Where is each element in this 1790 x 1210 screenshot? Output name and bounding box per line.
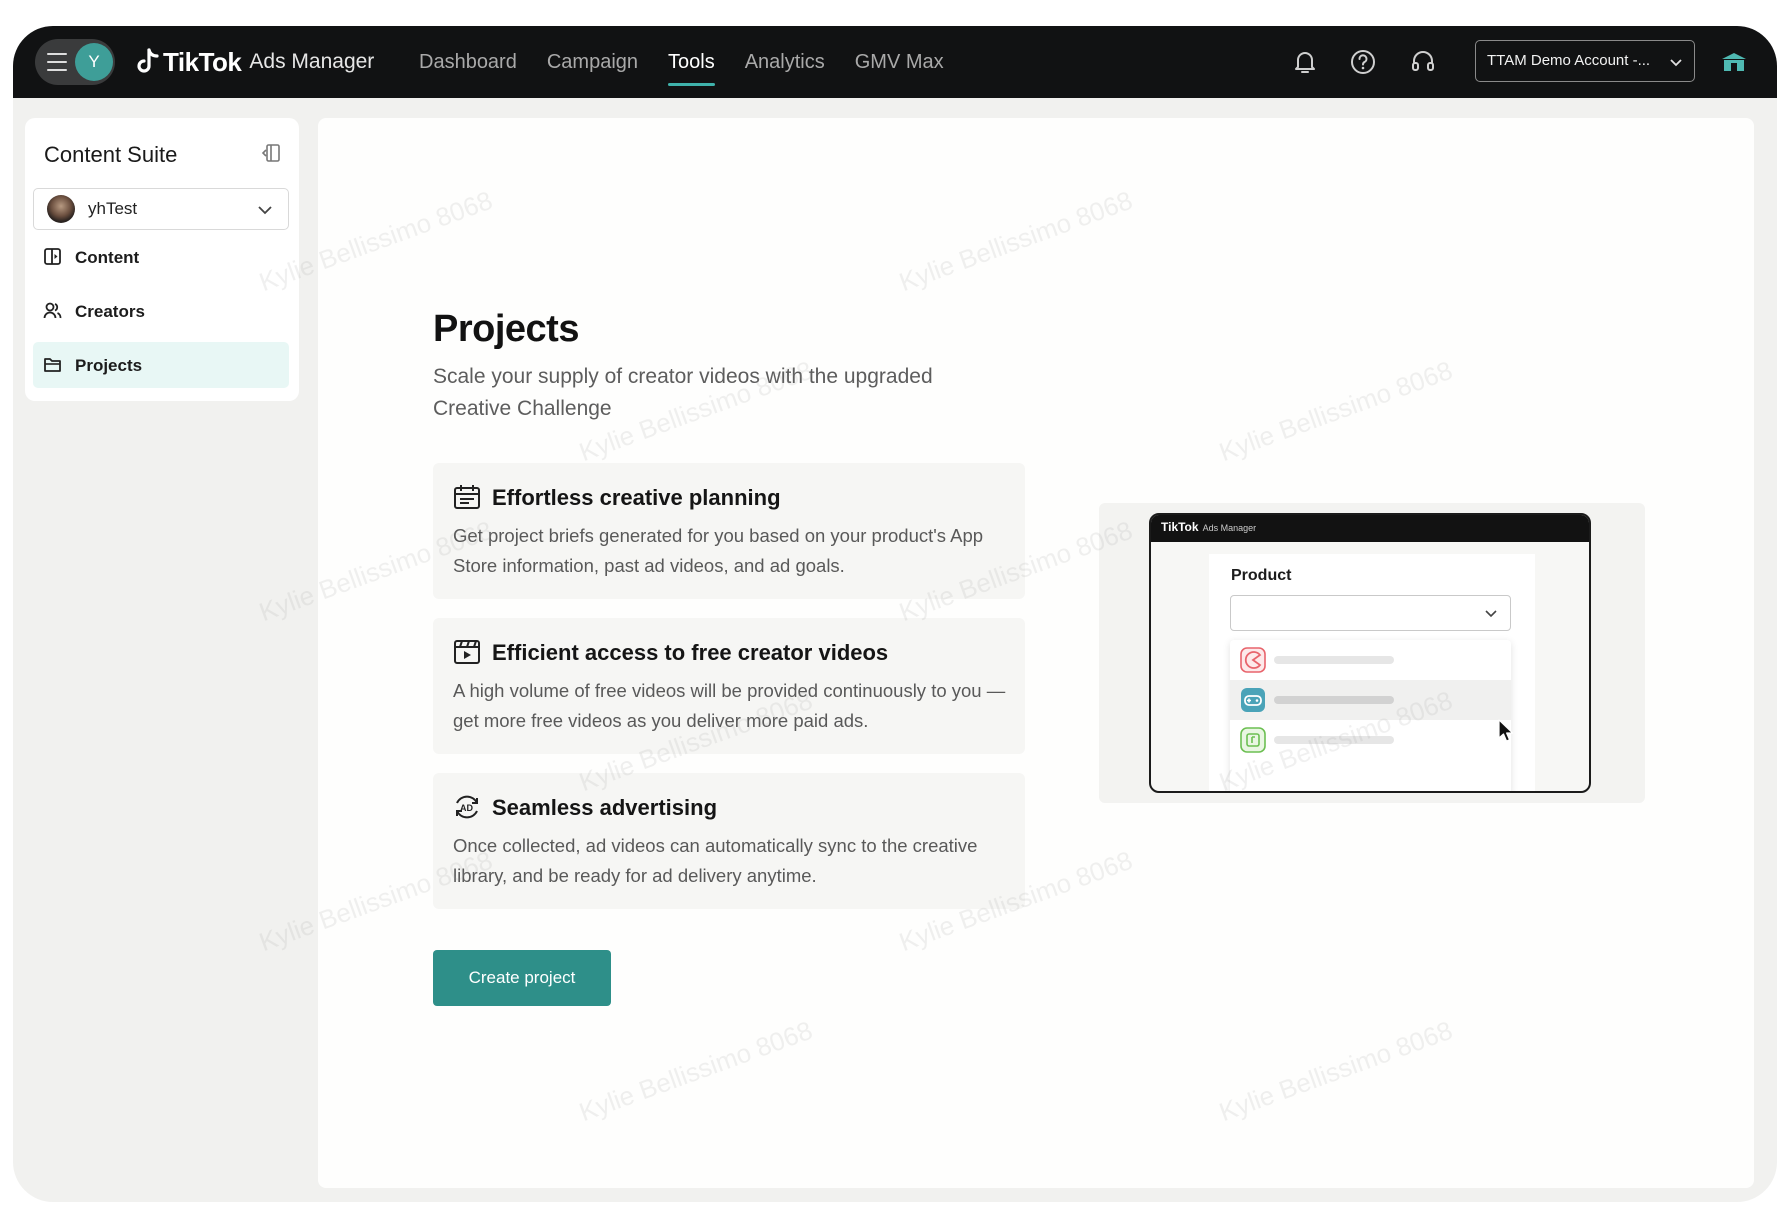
feature-title: Efficient access to free creator videos bbox=[492, 640, 889, 665]
top-navigation-bar: Y TikTok Ads Manager Dashboard Campaign … bbox=[13, 26, 1777, 98]
notification-bell-icon[interactable] bbox=[1291, 48, 1319, 76]
user-avatar[interactable]: Y bbox=[75, 43, 113, 81]
creators-icon bbox=[43, 302, 62, 319]
feature-title: Effortless creative planning bbox=[492, 485, 781, 510]
create-project-button[interactable]: Create project bbox=[433, 950, 611, 1006]
svg-text:AD: AD bbox=[460, 803, 473, 813]
nav-analytics[interactable]: Analytics bbox=[745, 26, 825, 98]
menu-toggle[interactable]: Y bbox=[35, 39, 115, 85]
account-switcher-label: TTAM Demo Account -... bbox=[1487, 52, 1651, 69]
creator-account-select[interactable]: yhTest bbox=[33, 188, 289, 230]
sidebar-item-label: Content bbox=[75, 248, 140, 267]
option-placeholder-line bbox=[1274, 736, 1394, 744]
sidebar-item-projects[interactable]: Projects bbox=[33, 342, 289, 388]
option-placeholder-line bbox=[1274, 656, 1394, 664]
hamburger-icon bbox=[47, 53, 67, 71]
business-center-icon[interactable] bbox=[1719, 48, 1749, 76]
feature-card-advertising: AD Seamless advertising Once collected, … bbox=[433, 773, 1025, 909]
account-name: yhTest bbox=[88, 199, 138, 218]
pacman-app-icon bbox=[1240, 647, 1266, 673]
illustration-brand-product: Ads Manager bbox=[1202, 523, 1257, 533]
ad-sync-icon: AD bbox=[456, 795, 478, 819]
option-placeholder-line bbox=[1274, 696, 1394, 704]
projects-main-panel: Projects Scale your supply of creator vi… bbox=[318, 118, 1754, 1188]
app-window: Y TikTok Ads Manager Dashboard Campaign … bbox=[13, 26, 1777, 1202]
sidebar-item-label: Creators bbox=[75, 302, 145, 321]
support-headset-icon[interactable] bbox=[1409, 48, 1437, 76]
folder-icon bbox=[44, 358, 61, 372]
sidebar-item-creators[interactable]: Creators bbox=[33, 288, 289, 334]
video-icon bbox=[454, 640, 480, 664]
nav-tools[interactable]: Tools bbox=[668, 26, 715, 98]
nav-gmv-max[interactable]: GMV Max bbox=[855, 26, 944, 98]
illustration-product-select bbox=[1230, 595, 1511, 631]
chevron-down-icon bbox=[1485, 610, 1497, 618]
tiktok-ads-manager-logo[interactable]: TikTok Ads Manager bbox=[137, 44, 374, 80]
sidebar-title: Content Suite bbox=[44, 142, 178, 167]
product-select-illustration: TikTok Ads Manager Product bbox=[1099, 503, 1645, 803]
illustration-dropdown bbox=[1230, 640, 1511, 791]
sidebar-item-label: Projects bbox=[75, 356, 143, 375]
main-nav: Dashboard Campaign Tools Analytics GMV M… bbox=[419, 26, 974, 98]
feature-card-planning: Effortless creative planning Get project… bbox=[433, 463, 1025, 599]
page-title: Projects bbox=[433, 308, 579, 350]
chevron-down-icon bbox=[258, 206, 272, 215]
chevron-down-icon bbox=[1670, 59, 1682, 67]
content-suite-sidebar: Content Suite yhTest Content Creators Pr… bbox=[25, 118, 299, 401]
gamepad-app-icon bbox=[1241, 688, 1265, 712]
collapse-sidebar-icon[interactable] bbox=[261, 142, 283, 164]
calendar-icon bbox=[454, 485, 480, 509]
content-icon bbox=[44, 248, 61, 265]
brand-name: TikTok bbox=[163, 46, 242, 77]
nav-campaign[interactable]: Campaign bbox=[547, 26, 638, 98]
feature-card-creator-videos: Efficient access to free creator videos … bbox=[433, 618, 1025, 754]
page-subtitle: Scale your supply of creator videos with… bbox=[433, 365, 933, 420]
illustration-option-highlighted bbox=[1230, 680, 1511, 720]
account-switcher[interactable]: TTAM Demo Account -... bbox=[1475, 40, 1695, 82]
feature-text: A high volume of free videos will be pro… bbox=[453, 680, 1006, 731]
sidebar-item-content[interactable]: Content bbox=[33, 234, 289, 280]
illustration-option bbox=[1230, 720, 1511, 760]
brand-product: Ads Manager bbox=[249, 50, 375, 73]
illustration-field-label: Product bbox=[1231, 567, 1292, 584]
nav-dashboard[interactable]: Dashboard bbox=[419, 26, 517, 98]
tiktok-logo-icon bbox=[137, 48, 159, 73]
mouse-cursor-icon bbox=[1498, 719, 1514, 742]
feature-text: Get project briefs generated for you bas… bbox=[453, 525, 984, 576]
illustration-option bbox=[1230, 640, 1511, 680]
music-app-icon bbox=[1240, 727, 1266, 753]
illustration-brand: TikTok Ads Manager bbox=[1161, 520, 1256, 534]
account-avatar bbox=[47, 195, 75, 223]
illustration-topbar: TikTok Ads Manager bbox=[1151, 515, 1589, 542]
illustration-window: TikTok Ads Manager Product bbox=[1149, 513, 1591, 793]
feature-title: Seamless advertising bbox=[492, 795, 718, 820]
illustration-brand-name: TikTok bbox=[1161, 520, 1199, 534]
help-icon[interactable] bbox=[1349, 48, 1377, 76]
feature-text: Once collected, ad videos can automatica… bbox=[453, 835, 978, 886]
